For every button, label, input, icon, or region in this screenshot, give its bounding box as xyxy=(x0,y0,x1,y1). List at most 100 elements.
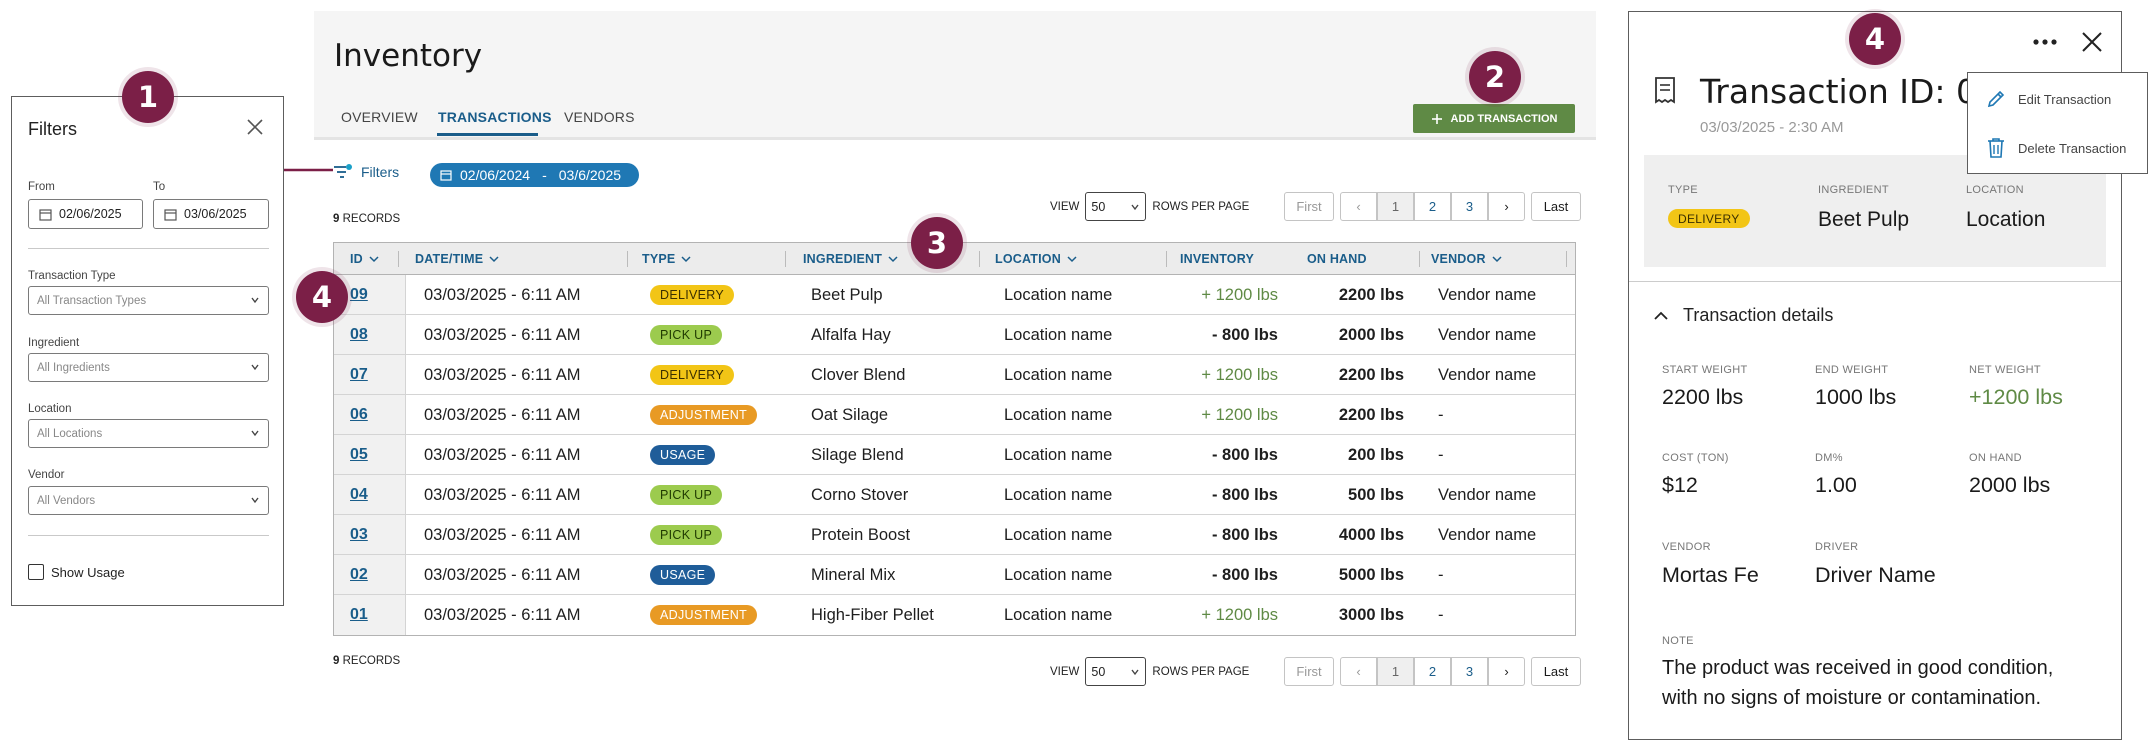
vendor-label: Vendor xyxy=(28,469,65,481)
on-hand-cell: 2000 lbs xyxy=(1338,326,1404,344)
table-row[interactable]: 03 03/03/2025 - 6:11 AM PICK UP Protein Boo… xyxy=(334,515,1575,555)
records-number: 9 xyxy=(333,655,340,667)
on-hand-cell: 200 lbs xyxy=(1348,446,1404,464)
section-divider xyxy=(1629,281,2121,282)
prev-page-button[interactable]: ‹ xyxy=(1340,657,1377,686)
next-page-button[interactable]: › xyxy=(1488,657,1525,686)
filters-panel: Filters From To 02/06/2025 03/06/2025 Tr… xyxy=(11,96,284,606)
page-title: Inventory xyxy=(334,38,483,74)
table-row[interactable]: 09 03/03/2025 - 6:11 AM DELIVERY Beet Pulp L… xyxy=(334,275,1575,315)
column-separator xyxy=(1166,251,1167,267)
table-row[interactable]: 08 03/03/2025 - 6:11 AM PICK UP Alfalfa Hay… xyxy=(334,315,1575,355)
date-range-separator: - xyxy=(542,167,547,183)
column-header-type[interactable]: TYPE xyxy=(642,252,691,266)
edit-transaction-item[interactable]: Edit Transaction xyxy=(1986,89,2111,109)
note-line-1: The product was received in good conditi… xyxy=(1662,657,2054,679)
chevron-down-icon xyxy=(1067,256,1077,263)
show-usage-checkbox[interactable] xyxy=(28,564,44,580)
id-cell-bg xyxy=(334,435,406,474)
date-range-chip[interactable]: 02/06/2024 - 03/6/2025 xyxy=(430,163,639,187)
datetime-cell: 03/03/2025 - 6:11 AM xyxy=(424,366,581,384)
transaction-id-link[interactable]: 04 xyxy=(350,486,368,504)
column-header-datetime[interactable]: DATE/TIME xyxy=(415,252,499,266)
id-cell-bg xyxy=(334,395,406,434)
more-options-icon[interactable] xyxy=(2033,38,2057,46)
transaction-id-link[interactable]: 06 xyxy=(350,406,368,424)
id-cell-bg xyxy=(334,355,406,394)
transaction-details-toggle[interactable]: Transaction details xyxy=(1653,305,1833,326)
transaction-id-link[interactable]: 09 xyxy=(350,286,368,304)
transaction-id-link[interactable]: 05 xyxy=(350,446,368,464)
transaction-id-link[interactable]: 08 xyxy=(350,326,368,344)
delete-transaction-item[interactable]: Delete Transaction xyxy=(1986,137,2126,159)
transaction-id-link[interactable]: 03 xyxy=(350,526,368,544)
page-2-button[interactable]: 2 xyxy=(1414,192,1451,221)
page-1-button[interactable]: 1 xyxy=(1377,192,1414,221)
plus-icon xyxy=(1431,113,1442,124)
tab-overview[interactable]: OVERVIEW xyxy=(341,109,418,125)
ingredient-cell: Mineral Mix xyxy=(811,566,896,584)
column-separator xyxy=(979,251,980,267)
vendor-cell: Vendor name xyxy=(1438,366,1537,384)
add-transaction-button[interactable]: ADD TRANSACTION xyxy=(1413,104,1575,133)
rows-per-page-select[interactable]: 50 xyxy=(1085,657,1147,686)
next-page-button[interactable]: › xyxy=(1488,192,1525,221)
table-row[interactable]: 04 03/03/2025 - 6:11 AM PICK UP Corno Stove… xyxy=(334,475,1575,515)
view-label: VIEW xyxy=(1050,665,1080,678)
show-usage-label: Show Usage xyxy=(51,565,125,580)
column-header-location[interactable]: LOCATION xyxy=(995,252,1077,266)
to-date-input[interactable]: 03/06/2025 xyxy=(153,199,269,229)
first-page-button[interactable]: First xyxy=(1284,192,1334,221)
close-icon[interactable] xyxy=(245,117,265,137)
page-3-button[interactable]: 3 xyxy=(1451,657,1488,686)
cost-label: COST (TON) xyxy=(1662,452,1729,464)
table-row[interactable]: 05 03/03/2025 - 6:11 AM USAGE Silage Blend L… xyxy=(334,435,1575,475)
vendor-select[interactable]: All Vendors xyxy=(28,486,269,515)
filters-link[interactable]: Filters xyxy=(333,164,399,180)
records-suffix: RECORDS xyxy=(342,213,401,225)
page-1-button[interactable]: 1 xyxy=(1377,657,1414,686)
inventory-cell: + 1200 lbs xyxy=(1201,406,1278,424)
datetime-cell: 03/03/2025 - 6:11 AM xyxy=(424,606,581,624)
page-3-button[interactable]: 3 xyxy=(1451,192,1488,221)
table-row[interactable]: 07 03/03/2025 - 6:11 AM DELIVERY Clover Ble… xyxy=(334,355,1575,395)
table-row[interactable]: 01 03/03/2025 - 6:11 AM ADJUSTMENT High-Fib… xyxy=(334,595,1575,635)
table-row[interactable]: 06 03/03/2025 - 6:11 AM ADJUSTMENT Oat Sila… xyxy=(334,395,1575,435)
table-row[interactable]: 02 03/03/2025 - 6:11 AM USAGE Mineral Mix Lo… xyxy=(334,555,1575,595)
chevron-down-icon xyxy=(1131,204,1139,211)
ingredient-cell: Silage Blend xyxy=(811,446,904,464)
date-range-end: 03/6/2025 xyxy=(558,167,622,183)
ingredient-cell: Beet Pulp xyxy=(811,286,883,304)
last-page-button[interactable]: Last xyxy=(1531,192,1581,221)
on-hand-label: ON HAND xyxy=(1969,452,2022,464)
page-2-button[interactable]: 2 xyxy=(1414,657,1451,686)
type-badge: PICK UP xyxy=(650,485,723,505)
location-cell: Location name xyxy=(1004,286,1113,304)
ingredient-value: Beet Pulp xyxy=(1818,208,1910,231)
prev-page-button[interactable]: ‹ xyxy=(1340,192,1377,221)
rows-per-page-select[interactable]: 50 xyxy=(1085,192,1147,221)
transaction-id-link[interactable]: 01 xyxy=(350,606,368,624)
transaction-id-link[interactable]: 02 xyxy=(350,566,368,584)
filters-title: Filters xyxy=(28,119,77,139)
location-select[interactable]: All Locations xyxy=(28,419,269,448)
transaction-type-select[interactable]: All Transaction Types xyxy=(28,286,269,315)
tab-transactions[interactable]: TRANSACTIONS xyxy=(438,109,552,125)
ingredient-label: Ingredient xyxy=(28,337,80,349)
column-header-vendor[interactable]: VENDOR xyxy=(1431,252,1502,266)
location-cell: Location name xyxy=(1004,526,1113,544)
column-header-ingredient[interactable]: INGREDIENT xyxy=(803,252,898,266)
rows-per-page-control-bottom: VIEW 50 ROWS PER PAGE xyxy=(1050,657,1249,686)
driver-value: Driver Name xyxy=(1815,563,1936,587)
type-badge: DELIVERY xyxy=(1668,209,1750,228)
vendor-value: Mortas Fe xyxy=(1662,563,1759,587)
last-page-button[interactable]: Last xyxy=(1531,657,1581,686)
tab-vendors[interactable]: VENDORS xyxy=(564,109,635,125)
transaction-id-link[interactable]: 07 xyxy=(350,366,368,384)
column-header-id[interactable]: ID xyxy=(350,252,379,266)
close-icon[interactable] xyxy=(2080,30,2104,54)
ingredient-select[interactable]: All Ingredients xyxy=(28,353,269,382)
location-cell: Location name xyxy=(1004,366,1113,384)
from-date-input[interactable]: 02/06/2025 xyxy=(28,199,143,229)
first-page-button[interactable]: First xyxy=(1284,657,1334,686)
